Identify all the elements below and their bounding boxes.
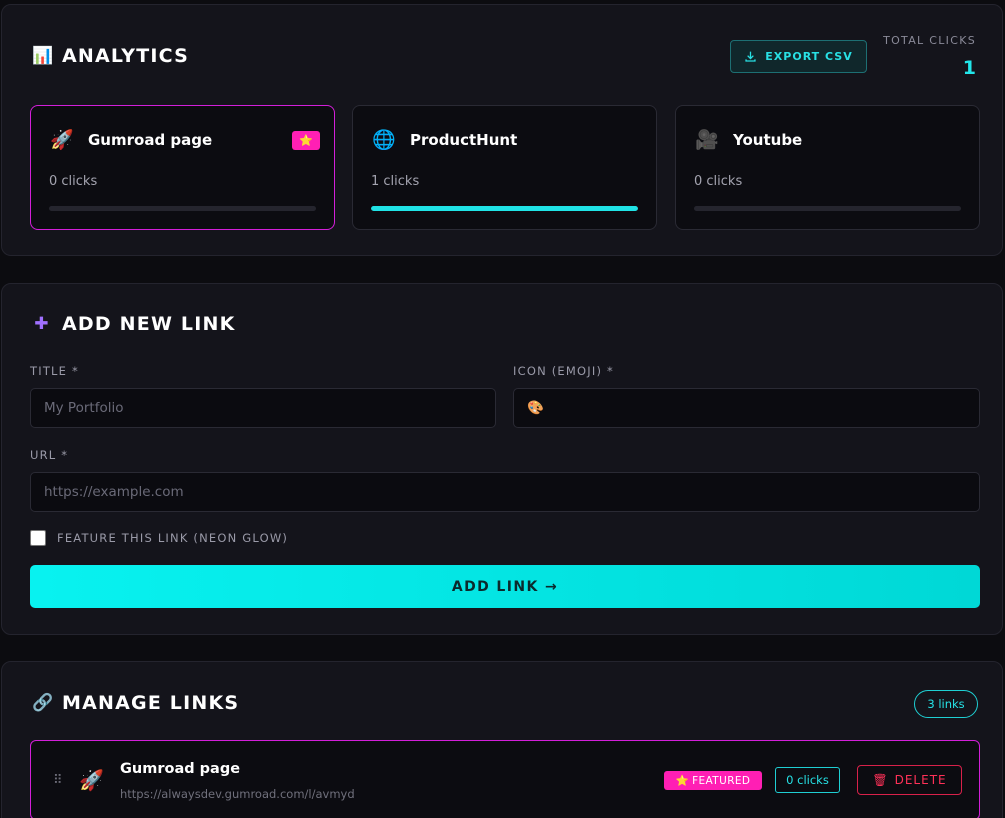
delete-button[interactable]: 🗑 DELETE bbox=[857, 765, 962, 795]
link-icon: 🔗 bbox=[32, 693, 55, 713]
feature-link-option: FEATURE THIS LINK (NEON GLOW) bbox=[30, 530, 288, 546]
drag-handle-icon[interactable]: ⠿ bbox=[53, 773, 62, 788]
analytics-panel: 📊 ANALYTICS EXPORT CSV TOTAL CLICKS 1 🚀 … bbox=[1, 4, 1003, 256]
stat-card-head: 🌐 ProductHunt bbox=[372, 128, 517, 151]
link-row: ⠿ 🚀 Gumroad page https://alwaysdev.gumro… bbox=[30, 740, 980, 818]
stat-card-title: Gumroad page bbox=[88, 130, 213, 149]
globe-icon: 🌐 bbox=[372, 129, 396, 151]
manage-links-heading: 🔗 MANAGE LINKS bbox=[32, 692, 239, 714]
clicks-progress-bar bbox=[694, 206, 961, 211]
icon-input[interactable] bbox=[513, 388, 980, 428]
add-link-panel: ✚ ADD NEW LINK TITLE * ICON (EMOJI) * UR… bbox=[1, 283, 1003, 635]
url-input[interactable] bbox=[30, 472, 980, 512]
url-field-label: URL * bbox=[30, 448, 69, 462]
total-clicks-label: TOTAL CLICKS bbox=[883, 34, 976, 47]
title-field-label: TITLE * bbox=[30, 364, 79, 378]
export-csv-label: EXPORT CSV bbox=[765, 50, 853, 63]
link-url: https://alwaysdev.gumroad.com/l/avmyd bbox=[120, 787, 355, 801]
stat-card-head: 🎥 Youtube bbox=[695, 128, 802, 151]
rocket-icon: 🚀 bbox=[79, 768, 104, 792]
links-count-badge: 3 links bbox=[914, 690, 978, 718]
add-link-button[interactable]: ADD LINK → bbox=[30, 565, 980, 608]
stat-card-gumroad[interactable]: 🚀 Gumroad page ⭐ 0 clicks bbox=[30, 105, 335, 230]
icon-field-label: ICON (EMOJI) * bbox=[513, 364, 614, 378]
manage-links-title: MANAGE LINKS bbox=[62, 692, 240, 714]
title-input[interactable] bbox=[30, 388, 496, 428]
plus-icon: ✚ bbox=[34, 314, 50, 334]
feature-link-label: FEATURE THIS LINK (NEON GLOW) bbox=[57, 531, 289, 545]
download-icon bbox=[745, 51, 756, 62]
add-link-heading: ✚ ADD NEW LINK bbox=[32, 313, 236, 335]
trash-icon: 🗑 bbox=[872, 773, 889, 787]
stat-card-title: Youtube bbox=[733, 130, 803, 149]
feature-link-checkbox[interactable] bbox=[30, 530, 46, 546]
stat-card-head: 🚀 Gumroad page bbox=[50, 128, 212, 151]
clicks-progress-fill bbox=[371, 206, 638, 211]
bar-chart-icon: 📊 bbox=[32, 46, 55, 66]
analytics-title: ANALYTICS bbox=[62, 45, 190, 67]
stat-card-clicks: 1 clicks bbox=[371, 174, 420, 189]
analytics-heading: 📊 ANALYTICS bbox=[32, 45, 189, 67]
stat-card-clicks: 0 clicks bbox=[694, 174, 743, 189]
featured-badge: ⭐ FEATURED bbox=[664, 771, 762, 790]
link-title: Gumroad page bbox=[120, 761, 241, 777]
rocket-icon: 🚀 bbox=[50, 129, 74, 151]
star-icon: ⭐ bbox=[675, 775, 690, 787]
clicks-progress-bar bbox=[49, 206, 316, 211]
stat-card-clicks: 0 clicks bbox=[49, 174, 98, 189]
stat-card-youtube[interactable]: 🎥 Youtube 0 clicks bbox=[675, 105, 980, 230]
stat-card-producthunt[interactable]: 🌐 ProductHunt 1 clicks bbox=[352, 105, 657, 230]
link-clicks-badge: 0 clicks bbox=[775, 767, 840, 793]
featured-label: FEATURED bbox=[692, 774, 751, 787]
total-clicks-value: 1 bbox=[962, 57, 976, 79]
video-camera-icon: 🎥 bbox=[695, 129, 719, 151]
manage-links-panel: 🔗 MANAGE LINKS 3 links ⠿ 🚀 Gumroad page … bbox=[1, 661, 1003, 818]
star-icon: ⭐ bbox=[292, 131, 320, 150]
add-link-title: ADD NEW LINK bbox=[62, 313, 236, 335]
export-csv-button[interactable]: EXPORT CSV bbox=[730, 40, 867, 73]
delete-label: DELETE bbox=[894, 773, 947, 787]
stat-card-title: ProductHunt bbox=[410, 130, 518, 149]
clicks-progress-bar bbox=[371, 206, 638, 211]
